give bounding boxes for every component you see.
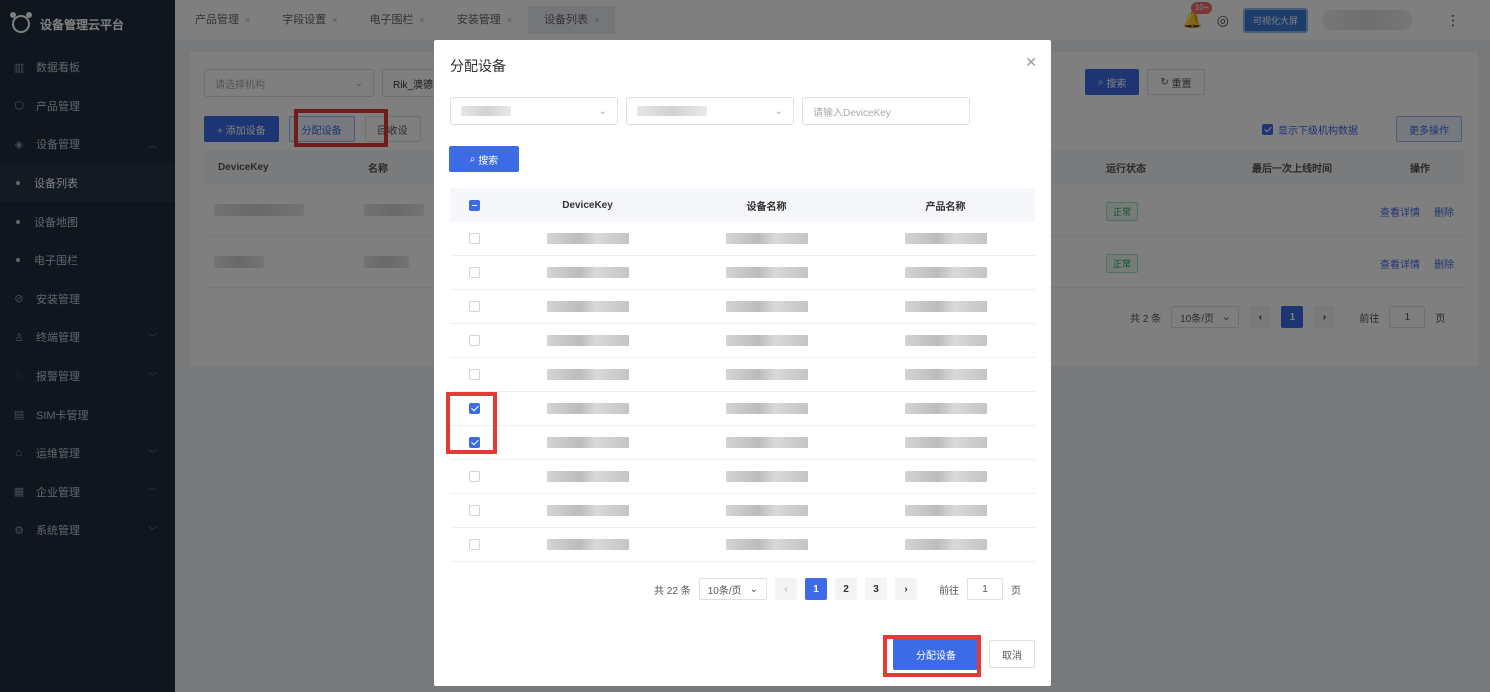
col-device-name: 设备名称	[746, 201, 787, 213]
redacted-value	[546, 437, 629, 448]
row-checkbox[interactable]	[468, 471, 480, 482]
devicekey-input[interactable]: 请输入DeviceKey	[802, 97, 970, 125]
redacted-value	[725, 505, 808, 516]
redacted-value	[546, 369, 629, 380]
redacted-value	[904, 267, 987, 278]
row-checkbox[interactable]	[468, 335, 480, 346]
dialog-title: 分配设备	[450, 58, 506, 74]
redacted-value	[725, 335, 808, 346]
redacted-value	[904, 301, 987, 312]
redacted-value	[546, 233, 629, 244]
redacted-value	[725, 267, 808, 278]
table-row[interactable]	[450, 256, 1035, 290]
redacted-value	[725, 539, 808, 550]
chevron-down-icon: ⌄	[749, 583, 758, 595]
redacted-value	[904, 471, 987, 482]
redacted-value	[904, 233, 987, 244]
select-all-checkbox[interactable]	[468, 199, 480, 211]
row-checkbox[interactable]	[468, 267, 480, 278]
redacted-value	[546, 335, 629, 346]
redacted-value	[546, 471, 629, 482]
table-row[interactable]	[450, 324, 1035, 358]
redacted-value	[546, 539, 629, 550]
checkbox-highlight-box	[446, 392, 497, 454]
row-checkbox[interactable]	[468, 301, 480, 312]
prev-page-button[interactable]: ‹	[775, 578, 797, 600]
close-icon[interactable]: ✕	[1025, 54, 1037, 71]
dialog-search-button[interactable]: ⌕ 搜索	[449, 146, 519, 172]
table-row[interactable]	[450, 392, 1035, 426]
redacted-value	[904, 403, 987, 414]
redacted-value	[904, 335, 987, 346]
cancel-button[interactable]: 取消	[989, 640, 1035, 668]
col-devicekey: DeviceKey	[562, 199, 613, 211]
redacted-value	[725, 403, 808, 414]
table-row[interactable]	[450, 358, 1035, 392]
table-row[interactable]	[450, 494, 1035, 528]
device-select[interactable]: ⌄	[626, 97, 794, 125]
redacted-value	[546, 267, 629, 278]
product-select[interactable]: ⌄	[450, 97, 618, 125]
page-button-3[interactable]: 3	[865, 578, 887, 600]
dialog-pager: 共 22 条 10条/页 ⌄ ‹ 1 2 3 › 前往 1 页	[654, 578, 1021, 600]
redacted-value	[546, 505, 629, 516]
page-button-1[interactable]: 1	[805, 578, 827, 600]
page-button-2[interactable]: 2	[835, 578, 857, 600]
row-checkbox[interactable]	[468, 539, 480, 550]
chevron-down-icon: ⌄	[598, 105, 607, 117]
col-product-name: 产品名称	[925, 201, 966, 213]
redacted-value	[904, 369, 987, 380]
confirm-highlight-box	[883, 635, 981, 677]
table-row[interactable]	[450, 222, 1035, 256]
table-row[interactable]	[450, 426, 1035, 460]
row-checkbox[interactable]	[468, 233, 480, 244]
page-size-select[interactable]: 10条/页⌄	[698, 578, 767, 600]
assign-device-dialog: 分配设备 ✕ ⌄ ⌄ 请输入DeviceKey ⌕ 搜索 DeviceKey 设…	[434, 40, 1051, 686]
redacted-value	[546, 301, 629, 312]
table-row[interactable]	[450, 290, 1035, 324]
total-count: 共 22 条	[654, 585, 691, 597]
redacted-value	[725, 471, 808, 482]
redacted-value	[904, 505, 987, 516]
table-row[interactable]	[450, 460, 1035, 494]
dialog-table-header: DeviceKey 设备名称 产品名称	[450, 188, 1035, 222]
redacted-value	[725, 301, 808, 312]
redacted-value	[904, 437, 987, 448]
row-checkbox[interactable]	[468, 369, 480, 380]
redacted-value	[904, 539, 987, 550]
redacted-value	[725, 369, 808, 380]
redacted-value	[725, 233, 808, 244]
search-icon: ⌕	[469, 153, 476, 165]
goto-page-input[interactable]: 1	[967, 578, 1003, 600]
device-select-table: DeviceKey 设备名称 产品名称	[450, 188, 1035, 562]
redacted-value	[725, 437, 808, 448]
chevron-down-icon: ⌄	[774, 105, 783, 117]
row-checkbox[interactable]	[468, 505, 480, 516]
redacted-value	[546, 403, 629, 414]
table-row[interactable]	[450, 528, 1035, 562]
next-page-button[interactable]: ›	[895, 578, 917, 600]
